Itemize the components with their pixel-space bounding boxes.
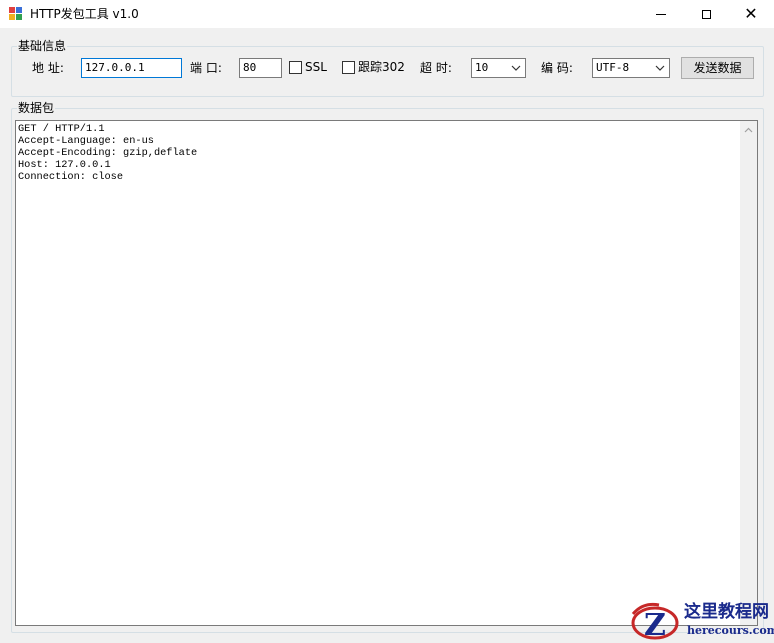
- ssl-label[interactable]: SSL: [305, 59, 327, 75]
- minimize-icon: [656, 13, 666, 15]
- watermark-logo-icon: Z: [631, 602, 679, 642]
- app-icon: [9, 7, 23, 21]
- follow-302-label[interactable]: 跟踪302: [358, 59, 405, 75]
- timeout-select-value: 10: [475, 61, 489, 74]
- scroll-up-button[interactable]: [740, 121, 757, 138]
- timeout-label: 超 时:: [420, 61, 452, 75]
- maximize-button[interactable]: [683, 0, 729, 28]
- settings-group-legend: 基础信息: [18, 39, 67, 53]
- watermark-logo-letter: Z: [644, 608, 666, 642]
- chevron-down-icon: [655, 65, 665, 71]
- watermark-url: herecours.com: [687, 624, 774, 637]
- port-input[interactable]: 80: [239, 58, 282, 78]
- encoding-select-value: UTF-8: [596, 61, 630, 74]
- timeout-select[interactable]: 10: [471, 58, 526, 78]
- encoding-label: 编 码:: [541, 61, 573, 75]
- address-label: 地 址:: [32, 61, 64, 75]
- address-input[interactable]: 127.0.0.1: [81, 58, 182, 78]
- maximize-icon: [701, 9, 711, 19]
- watermark: Z 这里教程网 herecours.com: [627, 600, 774, 643]
- chevron-down-icon: [511, 65, 521, 71]
- minimize-button[interactable]: [638, 0, 684, 28]
- encoding-select[interactable]: UTF-8: [592, 58, 670, 78]
- title-bar[interactable]: HTTP发包工具 v1.0 ✕: [0, 0, 774, 28]
- chevron-up-icon: [744, 127, 753, 132]
- close-button[interactable]: ✕: [728, 0, 774, 28]
- send-data-button[interactable]: 发送数据: [681, 57, 754, 79]
- vertical-scrollbar[interactable]: [740, 121, 757, 625]
- window-title: HTTP发包工具 v1.0: [30, 7, 139, 21]
- port-label: 端 口:: [190, 61, 222, 75]
- watermark-title: 这里教程网: [684, 602, 769, 622]
- packet-textarea[interactable]: GET / HTTP/1.1 Accept-Language: en-us Ac…: [15, 120, 758, 626]
- packet-content: GET / HTTP/1.1 Accept-Language: en-us Ac…: [18, 123, 198, 183]
- packet-group-legend: 数据包: [18, 101, 55, 115]
- close-icon: ✕: [744, 4, 758, 23]
- follow-302-checkbox[interactable]: [342, 61, 355, 74]
- ssl-checkbox[interactable]: [289, 61, 302, 74]
